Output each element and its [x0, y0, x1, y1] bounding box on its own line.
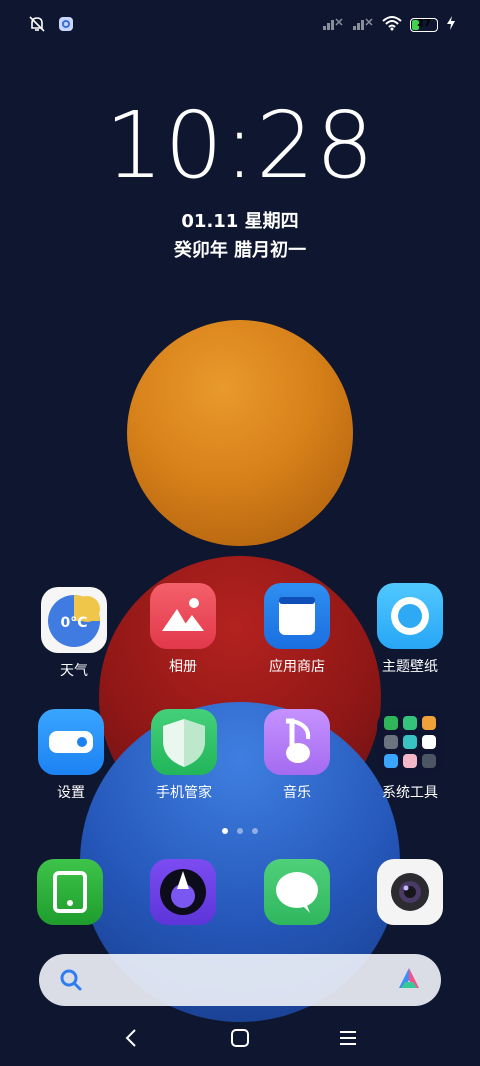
- dock-notes[interactable]: [15, 859, 125, 925]
- clock-time[interactable]: 10:28: [0, 100, 480, 192]
- status-bar: 27: [0, 0, 480, 50]
- app-store[interactable]: 应用商店: [242, 583, 352, 676]
- page-indicator[interactable]: [0, 828, 480, 834]
- gallery-icon: [150, 583, 216, 649]
- weather-temp: 0°C: [60, 615, 88, 631]
- app-music-label: 音乐: [283, 785, 311, 801]
- signal-no-sim-icon: [322, 15, 344, 35]
- app-settings-label: 设置: [57, 785, 85, 801]
- app-themes-label: 主题壁纸: [382, 659, 438, 675]
- settings-icon: [38, 709, 104, 775]
- weather-icon: 0°C: [41, 587, 107, 653]
- app-settings[interactable]: 设置: [16, 709, 126, 802]
- wifi-icon: [382, 15, 402, 35]
- themes-icon: [377, 583, 443, 649]
- messages-icon: [264, 859, 330, 925]
- app-system-tools-label: 系统工具: [382, 785, 438, 801]
- app-gallery-label: 相册: [169, 659, 197, 675]
- home-icon[interactable]: [228, 1026, 256, 1050]
- recents-icon[interactable]: [336, 1026, 364, 1050]
- app-store-label: 应用商店: [269, 659, 325, 675]
- app-weather[interactable]: 0°C 天气: [19, 587, 129, 680]
- music-note-icon: [264, 709, 330, 775]
- app-weather-label: 天气: [60, 663, 88, 679]
- folder-icon: [377, 709, 443, 775]
- notes-icon: [37, 859, 103, 925]
- page-dot-1: [222, 828, 228, 834]
- clock-date: 01.11 星期四: [181, 211, 299, 232]
- dock-browser[interactable]: [128, 859, 238, 925]
- app-themes[interactable]: 主题壁纸: [355, 583, 465, 676]
- app-security-label: 手机管家: [156, 785, 212, 801]
- wallpaper-orange-sphere: [127, 320, 353, 546]
- assistant-icon[interactable]: [395, 966, 423, 998]
- camera-icon: [377, 859, 443, 925]
- page-dot-3: [252, 828, 258, 834]
- battery-icon: 27: [410, 18, 438, 32]
- charging-icon: [446, 15, 456, 35]
- app-music[interactable]: 音乐: [242, 709, 352, 802]
- security-shield-icon: [151, 709, 217, 775]
- app-notification-icon: [58, 16, 74, 36]
- app-system-tools-folder[interactable]: 系统工具: [355, 709, 465, 802]
- bell-muted-icon: [28, 15, 46, 37]
- dock-messages[interactable]: [242, 859, 352, 925]
- search-bar[interactable]: [39, 954, 441, 1006]
- dock-camera[interactable]: [355, 859, 465, 925]
- back-icon[interactable]: [120, 1026, 148, 1050]
- app-gallery[interactable]: 相册: [128, 583, 238, 676]
- signal-no-sim-icon: [352, 15, 374, 35]
- search-icon[interactable]: [59, 968, 83, 996]
- app-store-icon: [264, 583, 330, 649]
- app-security[interactable]: 手机管家: [129, 709, 239, 802]
- browser-icon: [150, 859, 216, 925]
- home-screen: 27 10:28 01.11 星期四 癸卯年 腊月初一 0°C 天气 相册 应用…: [0, 0, 480, 1066]
- page-dot-2: [237, 828, 243, 834]
- clock-lunar-date: 癸卯年 腊月初一: [173, 240, 307, 261]
- navigation-bar: [0, 1018, 480, 1058]
- battery-level: 27: [417, 18, 431, 29]
